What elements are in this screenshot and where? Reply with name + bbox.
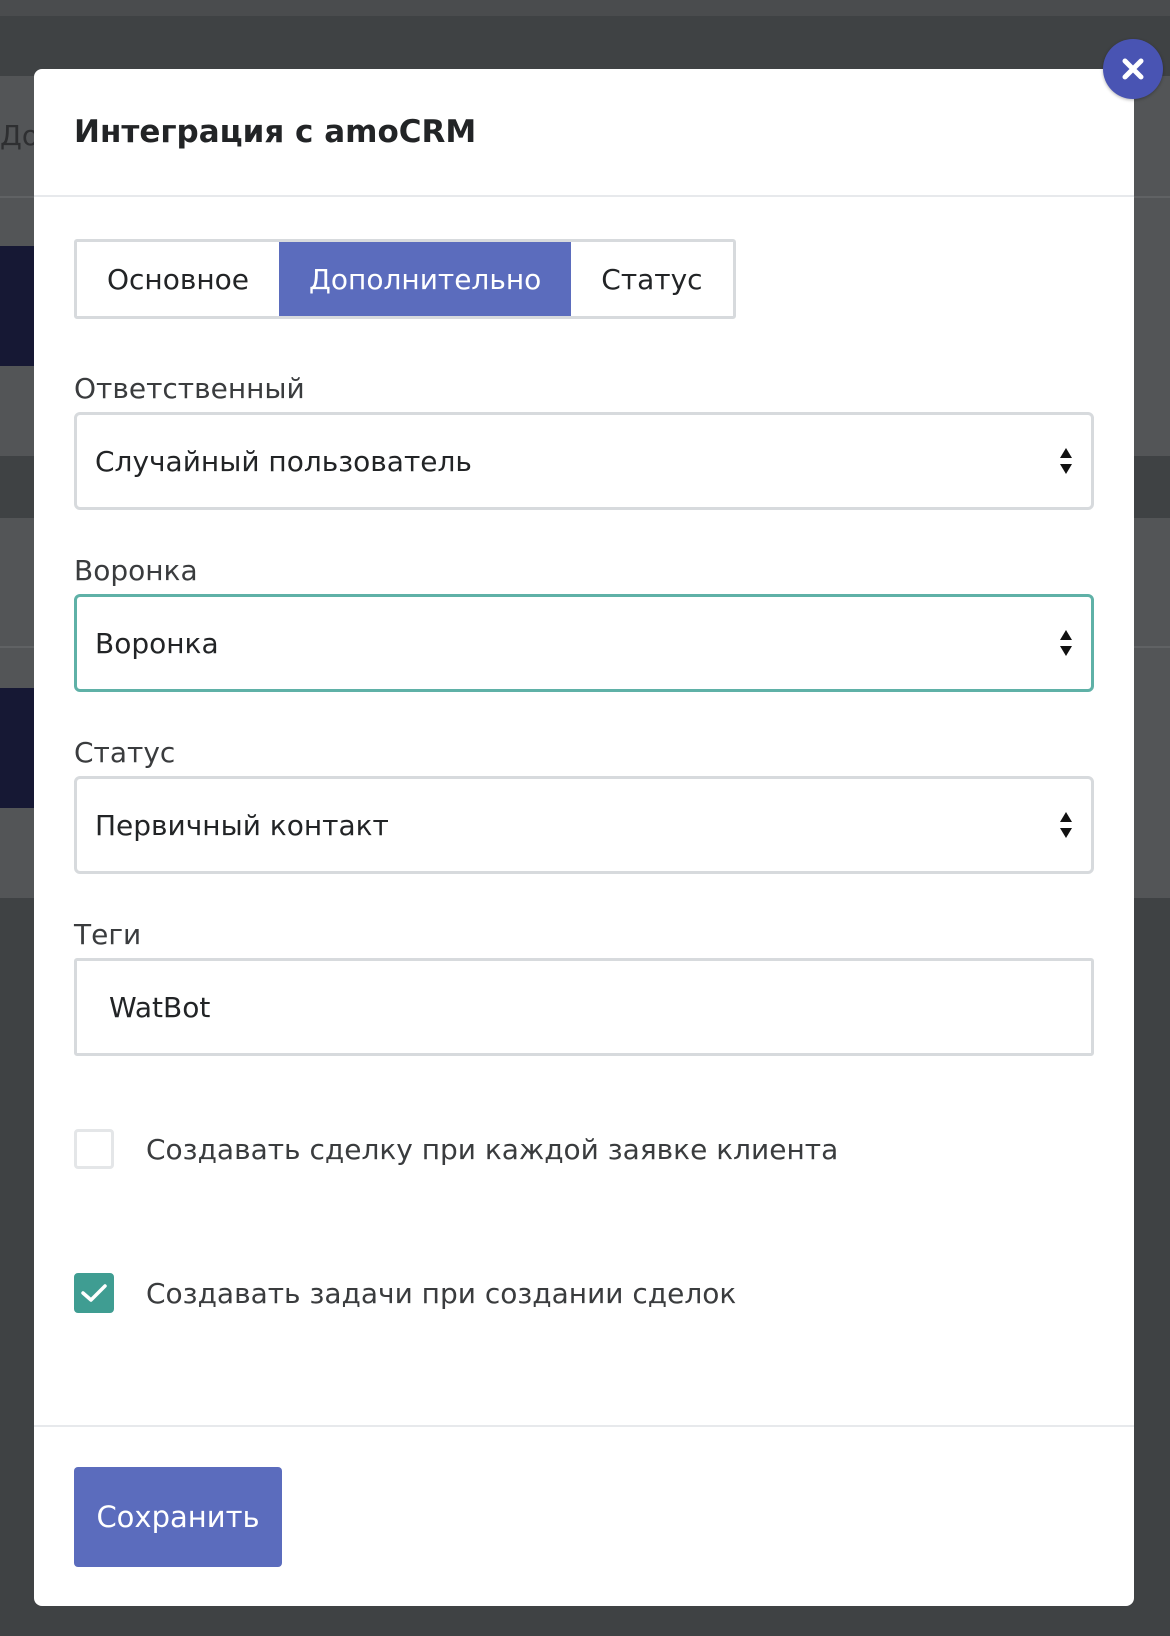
create-tasks-checkbox[interactable] — [74, 1273, 114, 1313]
modal-header: Интеграция с amoCRM — [34, 69, 1134, 197]
select-arrows-icon — [1060, 448, 1072, 474]
check-icon — [81, 1284, 107, 1302]
background-topbar — [0, 0, 1170, 16]
status-value: Первичный контакт — [95, 808, 389, 842]
select-arrows-icon — [1060, 812, 1072, 838]
tags-input[interactable] — [74, 958, 1094, 1056]
status-label: Статус — [74, 736, 176, 769]
funnel-value: Воронка — [95, 626, 219, 660]
close-icon — [1122, 58, 1144, 80]
funnel-select[interactable]: Воронка — [74, 594, 1094, 692]
tab-basic[interactable]: Основное — [77, 242, 279, 316]
modal-footer — [34, 1425, 1134, 1427]
responsible-select[interactable]: Случайный пользователь — [74, 412, 1094, 510]
create-deal-checkbox[interactable] — [74, 1129, 114, 1169]
create-tasks-checkbox-row[interactable]: Создавать задачи при создании сделок — [74, 1273, 736, 1313]
tags-label: Теги — [74, 918, 142, 951]
amocrm-integration-modal: Интеграция с amoCRM Основное Дополнитель… — [34, 69, 1134, 1606]
responsible-label: Ответственный — [74, 372, 305, 405]
select-arrows-icon — [1060, 630, 1072, 656]
tab-status[interactable]: Статус — [571, 242, 732, 316]
create-deal-checkbox-row[interactable]: Создавать сделку при каждой заявке клиен… — [74, 1129, 838, 1169]
tab-additional[interactable]: Дополнительно — [279, 242, 572, 316]
status-select[interactable]: Первичный контакт — [74, 776, 1094, 874]
save-button[interactable]: Сохранить — [74, 1467, 282, 1567]
create-tasks-label: Создавать задачи при создании сделок — [146, 1276, 737, 1310]
funnel-label: Воронка — [74, 554, 198, 587]
close-button[interactable] — [1103, 39, 1163, 99]
responsible-value: Случайный пользователь — [95, 444, 472, 478]
tabs: Основное Дополнительно Статус — [74, 239, 736, 319]
create-deal-label: Создавать сделку при каждой заявке клиен… — [146, 1132, 839, 1166]
modal-title: Интеграция с amoCRM — [74, 114, 477, 150]
